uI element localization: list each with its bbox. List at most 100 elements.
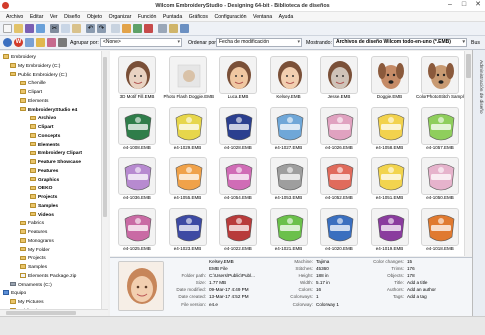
- tree-item[interactable]: Clipart: [20, 88, 42, 97]
- menu-item-1[interactable]: Editar: [30, 12, 44, 22]
- design-thumbnail-item[interactable]: e4-1021.EMB: [265, 206, 313, 253]
- menu-item-3[interactable]: Diseño: [64, 12, 80, 22]
- menu-item-9[interactable]: Configuración: [215, 12, 247, 22]
- menu-item-5[interactable]: Organizar: [109, 12, 132, 22]
- folder-view-icon[interactable]: [25, 38, 34, 47]
- design-thumbnail-item[interactable]: e4-1054.EMB: [214, 155, 262, 202]
- tree-item[interactable]: Features: [30, 167, 58, 176]
- menu-item-6[interactable]: Función: [138, 12, 156, 22]
- convert-icon[interactable]: [58, 38, 67, 47]
- design-thumbnail-item[interactable]: ColorPhotoStitch Sample.EMB: [416, 54, 470, 101]
- minimize-icon[interactable]: –: [443, 0, 457, 10]
- design-thumbnail-item[interactable]: e4-1051.EMB: [366, 155, 414, 202]
- open-icon[interactable]: [14, 24, 23, 33]
- menu-item-10[interactable]: Ventana: [253, 12, 272, 22]
- tree-item[interactable]: Graphics: [30, 176, 59, 185]
- tree-item[interactable]: Archivo: [30, 114, 56, 123]
- undo-icon[interactable]: ↶: [86, 24, 95, 33]
- tree-item[interactable]: Embroidery Clipart: [30, 149, 82, 158]
- open-design-icon[interactable]: [36, 38, 45, 47]
- menu-item-4[interactable]: Objeto: [87, 12, 102, 22]
- tree-item[interactable]: Monograms: [20, 237, 54, 246]
- print-icon[interactable]: [36, 24, 45, 33]
- menu-item-8[interactable]: Gráficos: [189, 12, 208, 22]
- new-icon[interactable]: [3, 24, 12, 33]
- cut-icon[interactable]: ✂: [50, 24, 59, 33]
- tree-item[interactable]: My Pictures: [10, 298, 44, 307]
- view-icon[interactable]: [180, 24, 189, 33]
- design-thumbnail-item[interactable]: e4-1058.EMB: [366, 105, 414, 152]
- order-by-select[interactable]: Fecha de modificación: [216, 38, 302, 47]
- tree-item[interactable]: Samples: [20, 263, 47, 272]
- tree-item[interactable]: Chenille: [20, 79, 46, 88]
- design-thumbnail-item[interactable]: Jesse.EMB: [315, 54, 363, 101]
- print-design-icon[interactable]: [47, 38, 56, 47]
- tree-item[interactable]: OEKO: [30, 184, 52, 193]
- redo-icon[interactable]: ↷: [97, 24, 106, 33]
- tree-item[interactable]: Samples: [30, 202, 58, 211]
- tree-item[interactable]: EmbroideryStudio e4: [20, 106, 77, 115]
- group-by-select[interactable]: <None>: [100, 38, 182, 47]
- tree-item[interactable]: Videos: [30, 211, 54, 220]
- design-thumbnail-item[interactable]: e4-1026.EMB: [315, 105, 363, 152]
- grid-icon[interactable]: [158, 24, 167, 33]
- hoop-icon[interactable]: [169, 24, 178, 33]
- design-icon[interactable]: [133, 24, 142, 33]
- tree-item[interactable]: Ornaments (C:): [10, 281, 52, 290]
- design-thumbnail-item[interactable]: e4-1023.EMB: [164, 206, 212, 253]
- design-thumbnail-item[interactable]: Kelsey.EMB: [265, 54, 313, 101]
- paste-icon[interactable]: [72, 24, 81, 33]
- menu-item-0[interactable]: Archivo: [6, 12, 23, 22]
- design-thumbnail-item[interactable]: 3D Motif Fill.EMB: [113, 54, 161, 101]
- design-thumbnail-item[interactable]: Doggie.EMB: [366, 54, 414, 101]
- tree-item[interactable]: Features: [20, 228, 47, 237]
- design-thumbnail-item[interactable]: e4-1028.EMB: [214, 105, 262, 152]
- menu-item-2[interactable]: Ver: [50, 12, 58, 22]
- design-thumbnail-item[interactable]: e4-1057.EMB: [416, 105, 464, 152]
- close-icon[interactable]: ✕: [471, 0, 485, 10]
- save-icon[interactable]: [25, 24, 34, 33]
- menu-item-7[interactable]: Puntada: [163, 12, 182, 22]
- details-value[interactable]: Add a tag: [407, 294, 427, 299]
- design-thumbnail-item[interactable]: e4-1027.EMB: [265, 105, 313, 152]
- tree-item[interactable]: Embroidery: [3, 53, 36, 62]
- design-thumbnail-item[interactable]: e4-1018.EMB: [416, 206, 464, 253]
- design-thumbnail-item[interactable]: e4-1029.EMB: [164, 105, 212, 152]
- details-value[interactable]: Add an author: [407, 287, 436, 292]
- menu-item-11[interactable]: Ayuda: [279, 12, 294, 22]
- tree-item[interactable]: Elements: [30, 141, 60, 150]
- design-thumbnail-item[interactable]: e4-1025.EMB: [113, 206, 161, 253]
- design-thumbnail-item[interactable]: e4-1019.EMB: [366, 206, 414, 253]
- design-thumbnail-item[interactable]: Photo Flash Doggie.EMB: [164, 54, 214, 101]
- stitch-icon[interactable]: [122, 24, 131, 33]
- design-thumbnail-item[interactable]: e4-1022.EMB: [214, 206, 262, 253]
- tree-item[interactable]: Projects: [30, 193, 57, 202]
- tree-vertical-scrollbar[interactable]: [101, 51, 108, 309]
- design-thumbnail-item[interactable]: e4-1050.EMB: [416, 155, 464, 202]
- tree-item[interactable]: Elements: [20, 97, 48, 106]
- details-value[interactable]: Add a title: [407, 280, 427, 285]
- copy-icon[interactable]: [61, 24, 70, 33]
- tree-item[interactable]: Equipo: [3, 289, 26, 298]
- color-icon[interactable]: [144, 24, 153, 33]
- file-type-select[interactable]: Archivos de diseño Wilcom todo-en-uno (*…: [333, 38, 467, 47]
- zoom-icon[interactable]: [111, 24, 120, 33]
- design-thumbnail-item[interactable]: e4-1036.EMB: [113, 155, 161, 202]
- design-thumbnail-item[interactable]: e4-1020.EMB: [315, 206, 363, 253]
- tree-item[interactable]: Feature Showcase: [30, 158, 81, 167]
- side-panel-tab[interactable]: Administración de diseño: [472, 50, 485, 316]
- tree-horizontal-scrollbar[interactable]: [0, 309, 108, 316]
- scrollbar-thumb[interactable]: [6, 311, 76, 315]
- tree-item[interactable]: Projects: [20, 254, 46, 263]
- tree-item[interactable]: Clipart: [30, 123, 54, 132]
- tree-item[interactable]: Fabrics: [20, 219, 44, 228]
- tree-item[interactable]: My Folder: [20, 246, 50, 255]
- maximize-icon[interactable]: □: [457, 0, 471, 10]
- design-thumbnail-item[interactable]: Luca.EMB: [214, 54, 262, 101]
- info-icon[interactable]: [3, 38, 12, 47]
- design-thumbnail-item[interactable]: e4-1008.EMB: [113, 105, 161, 152]
- wilcom-icon[interactable]: W: [14, 38, 23, 47]
- design-thumbnail-item[interactable]: e4-1052.EMB: [315, 155, 363, 202]
- design-thumbnail-item[interactable]: e4-1055.EMB: [164, 155, 212, 202]
- scrollbar-thumb[interactable]: [103, 57, 107, 217]
